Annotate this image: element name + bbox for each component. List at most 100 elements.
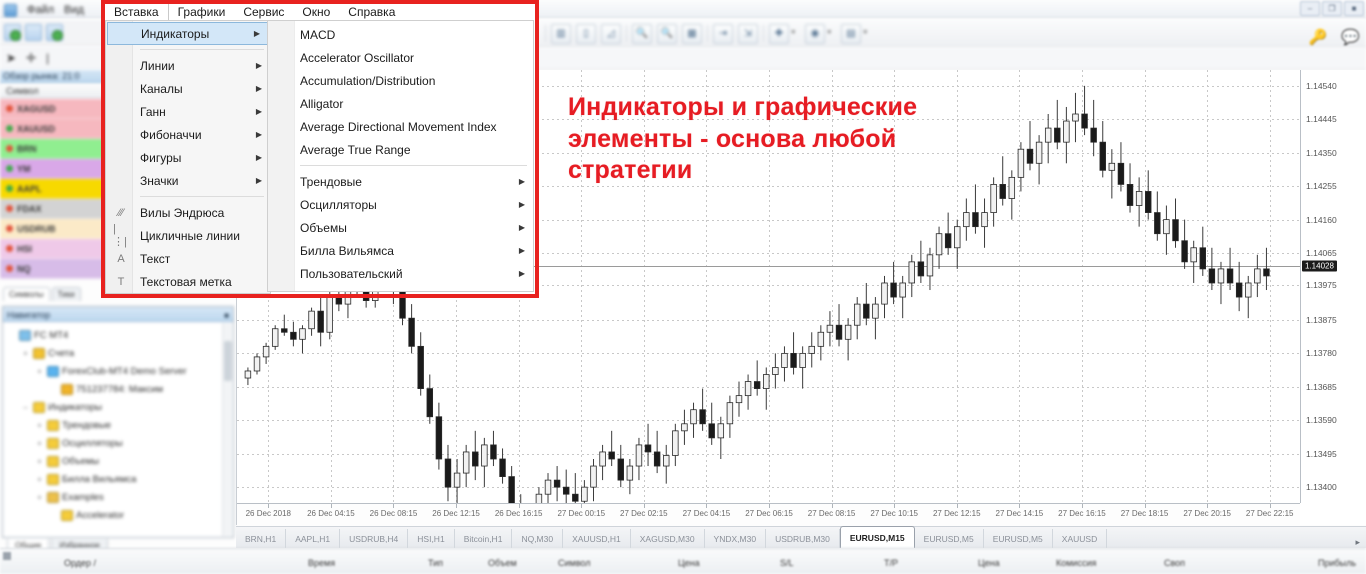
navigator-tree[interactable]: FC MT4 + Счета + ForexClub-MT4 Demo Server 75… bbox=[3, 322, 233, 524]
chart-tab[interactable]: XAUUSD,H1 bbox=[563, 529, 631, 548]
insert-menu[interactable]: Индикаторы ▶ Линии ▶ Каналы ▶ Ганн ▶ Фибоначчи ▶ Ф… bbox=[105, 20, 271, 294]
new-chart-icon[interactable] bbox=[25, 24, 49, 41]
price-axis[interactable]: 1.14540 1.14445 1.14350 1.14255 1.14160 1.140… bbox=[1300, 70, 1366, 503]
chart-toolbar[interactable]: ▥▯◿🔍🔍▦⇥⇲✚◉▤ bbox=[537, 20, 1366, 48]
terminal-column-header[interactable]: Символ bbox=[558, 558, 590, 568]
tree-expander-icon[interactable]: + bbox=[35, 367, 44, 376]
market-watch-tabs[interactable]: Символы Тики bbox=[0, 284, 104, 301]
time-axis[interactable]: 26 Dec 2018 26 Dec 04:15 26 Dec 08:15 26 De… bbox=[237, 503, 1300, 525]
tree-expander-icon[interactable]: + bbox=[35, 475, 44, 484]
navigator-tree-item[interactable]: 751237784: Максим bbox=[7, 380, 233, 398]
chart-tab[interactable]: AAPL,H1 bbox=[286, 529, 341, 548]
chart-tab[interactable]: NQ,M30 bbox=[512, 529, 564, 548]
menu-item-insert[interactable]: Вставка bbox=[105, 4, 169, 20]
chart-tab[interactable]: HSI,H1 bbox=[408, 529, 455, 548]
market-watch-row[interactable]: NQ bbox=[0, 259, 104, 279]
chart-tab[interactable]: Bitcoin,H1 bbox=[455, 529, 513, 548]
chart-shift-icon[interactable]: ⇥ bbox=[713, 23, 733, 44]
market-watch-tab[interactable]: Символы bbox=[3, 287, 50, 301]
navigator-scroll-thumb[interactable] bbox=[224, 341, 232, 381]
candlestick-chart-icon[interactable]: ▯ bbox=[576, 23, 596, 44]
terminal-column-header[interactable]: Своп bbox=[1164, 558, 1185, 568]
navigator-tree-item[interactable]: – Индикаторы bbox=[7, 398, 233, 416]
grid-icon[interactable]: ▦ bbox=[682, 23, 702, 44]
indicators-menu-item-1[interactable]: MACD bbox=[268, 23, 533, 46]
indicators-menu-item-6[interactable]: Average True Range bbox=[268, 138, 533, 161]
menu-item-view[interactable]: Вид bbox=[64, 4, 84, 16]
terminal-column-header[interactable]: S/L bbox=[780, 558, 794, 568]
tree-expander-icon[interactable]: + bbox=[35, 439, 44, 448]
market-watch-row[interactable]: USDRUB bbox=[0, 219, 104, 239]
terminal-column-headers[interactable]: Ордер / Время Тип Объем Символ Цена S/L T/P Цена… bbox=[18, 555, 1366, 573]
tree-expander-icon[interactable]: – bbox=[21, 403, 30, 412]
insert-menu-item-6[interactable]: Фибоначчи ▶ bbox=[106, 123, 270, 146]
insert-menu-item-13[interactable]: T Текстовая метка bbox=[106, 270, 270, 293]
indicators-menu-item-2[interactable]: Accelerator Oscillator bbox=[268, 46, 533, 69]
indicators-menu-item-12[interactable]: Пользовательский ▶ bbox=[268, 262, 533, 285]
navigator-tree-item[interactable]: + Осцилляторы bbox=[7, 434, 233, 452]
market-watch-row[interactable]: BRN bbox=[0, 139, 104, 159]
terminal-column-header[interactable]: T/P bbox=[884, 558, 898, 568]
menu-item-window[interactable]: Окно bbox=[293, 4, 339, 20]
insert-menu-item-1[interactable]: Индикаторы ▶ bbox=[107, 22, 269, 45]
chart-tab[interactable]: BRN,H1 bbox=[236, 529, 287, 548]
close-button[interactable]: ■ bbox=[1344, 1, 1364, 16]
navigator-tree-item[interactable]: + Examples bbox=[7, 488, 233, 506]
navigator-tree-item[interactable]: + Счета bbox=[7, 344, 233, 362]
terminal-column-header[interactable]: Цена bbox=[978, 558, 1000, 568]
market-watch-row[interactable]: FDAX bbox=[0, 199, 104, 219]
chart-tabs-overflow-icon[interactable]: ▸ bbox=[1349, 537, 1366, 548]
zoom-out-icon[interactable]: 🔍 bbox=[657, 23, 677, 44]
chart-tab[interactable]: XAGUSD,M30 bbox=[631, 529, 705, 548]
vertical-line-icon[interactable]: | bbox=[46, 52, 57, 65]
market-watch-row[interactable]: XAUUSD bbox=[0, 119, 104, 139]
indicators-menu-item-4[interactable]: Alligator bbox=[268, 92, 533, 115]
tree-expander-icon[interactable]: + bbox=[35, 421, 44, 430]
indicators-menu-item-8[interactable]: Трендовые ▶ bbox=[268, 170, 533, 193]
terminal-column-header[interactable]: Время bbox=[308, 558, 335, 568]
insert-menu-item-11[interactable]: |⋮| Цикличные линии bbox=[106, 223, 270, 248]
market-watch-symbol-list[interactable]: XAGUSD XAUUSD BRN YM AAPL FDAX USDRUB HSI NQ bbox=[0, 99, 104, 282]
terminal-column-header[interactable]: Комиссия bbox=[1056, 558, 1096, 568]
add-indicator-icon[interactable]: ✚ bbox=[769, 23, 795, 44]
line-chart-icon[interactable]: ◿ bbox=[601, 23, 621, 44]
chart-tab-active[interactable]: EURUSD,M15 bbox=[839, 526, 915, 548]
crosshair-icon[interactable]: ✛ bbox=[26, 52, 37, 65]
zoom-in-icon[interactable]: 🔍 bbox=[632, 23, 652, 44]
chart-tab[interactable]: EURUSD,M5 bbox=[915, 529, 984, 548]
menu-item-file[interactable]: Файл bbox=[27, 4, 54, 16]
chart-tab[interactable]: USDRUB,M30 bbox=[766, 529, 840, 548]
insert-menu-item-10[interactable]: ⁄⁄⁄ Вилы Эндрюса bbox=[106, 201, 270, 224]
navigator-tree-item[interactable]: + ForexClub-MT4 Demo Server bbox=[7, 362, 233, 380]
insert-menu-item-4[interactable]: Каналы ▶ bbox=[106, 77, 270, 100]
market-watch-row[interactable]: YM bbox=[0, 159, 104, 179]
new-order-icon[interactable] bbox=[4, 24, 28, 41]
indicators-menu-item-5[interactable]: Average Directional Movement Index bbox=[268, 115, 533, 138]
terminal-toggle-icon[interactable] bbox=[3, 552, 11, 560]
terminal-column-header[interactable]: Цена bbox=[678, 558, 700, 568]
terminal-column-header[interactable]: Объем bbox=[488, 558, 517, 568]
indicators-menu-item-9[interactable]: Осцилляторы ▶ bbox=[268, 193, 533, 216]
autotrading-icon[interactable] bbox=[46, 24, 63, 41]
chart-tab[interactable]: EURUSD,M5 bbox=[984, 529, 1053, 548]
chart-tab[interactable]: YNDX,M30 bbox=[705, 529, 767, 548]
chart-tab[interactable]: XAUUSD bbox=[1053, 529, 1108, 548]
close-icon[interactable]: ■ bbox=[224, 311, 229, 320]
navigator-tree-item[interactable]: + Трендовые bbox=[7, 416, 233, 434]
minimize-button[interactable]: – bbox=[1300, 1, 1320, 16]
insert-menu-item-12[interactable]: A Текст bbox=[106, 247, 270, 270]
insert-menu-item-3[interactable]: Линии ▶ bbox=[106, 54, 270, 77]
indicators-menu-item-3[interactable]: Accumulation/Distribution bbox=[268, 69, 533, 92]
navigator-tree-item[interactable]: + Билла Вильямса bbox=[7, 470, 233, 488]
tree-expander-icon[interactable]: + bbox=[35, 493, 44, 502]
bar-chart-icon[interactable]: ▥ bbox=[551, 23, 571, 44]
market-watch-row[interactable]: AAPL bbox=[0, 179, 104, 199]
indicators-submenu[interactable]: MACD Accelerator Oscillator Accumulation/D… bbox=[267, 20, 534, 292]
navigator-scrollbar[interactable] bbox=[222, 323, 232, 536]
period-icon[interactable]: ◉ bbox=[805, 23, 831, 44]
market-watch-tab[interactable]: Тики bbox=[51, 287, 81, 301]
chart-tab-bar[interactable]: BRN,H1 AAPL,H1 USDRUB,H4 HSI,H1 Bitcoin,H1 NQ… bbox=[236, 526, 1366, 548]
restore-button[interactable]: ❐ bbox=[1322, 1, 1342, 16]
market-watch-row[interactable]: XAGUSD bbox=[0, 99, 104, 119]
menu-item-tools[interactable]: Сервис bbox=[234, 4, 293, 20]
